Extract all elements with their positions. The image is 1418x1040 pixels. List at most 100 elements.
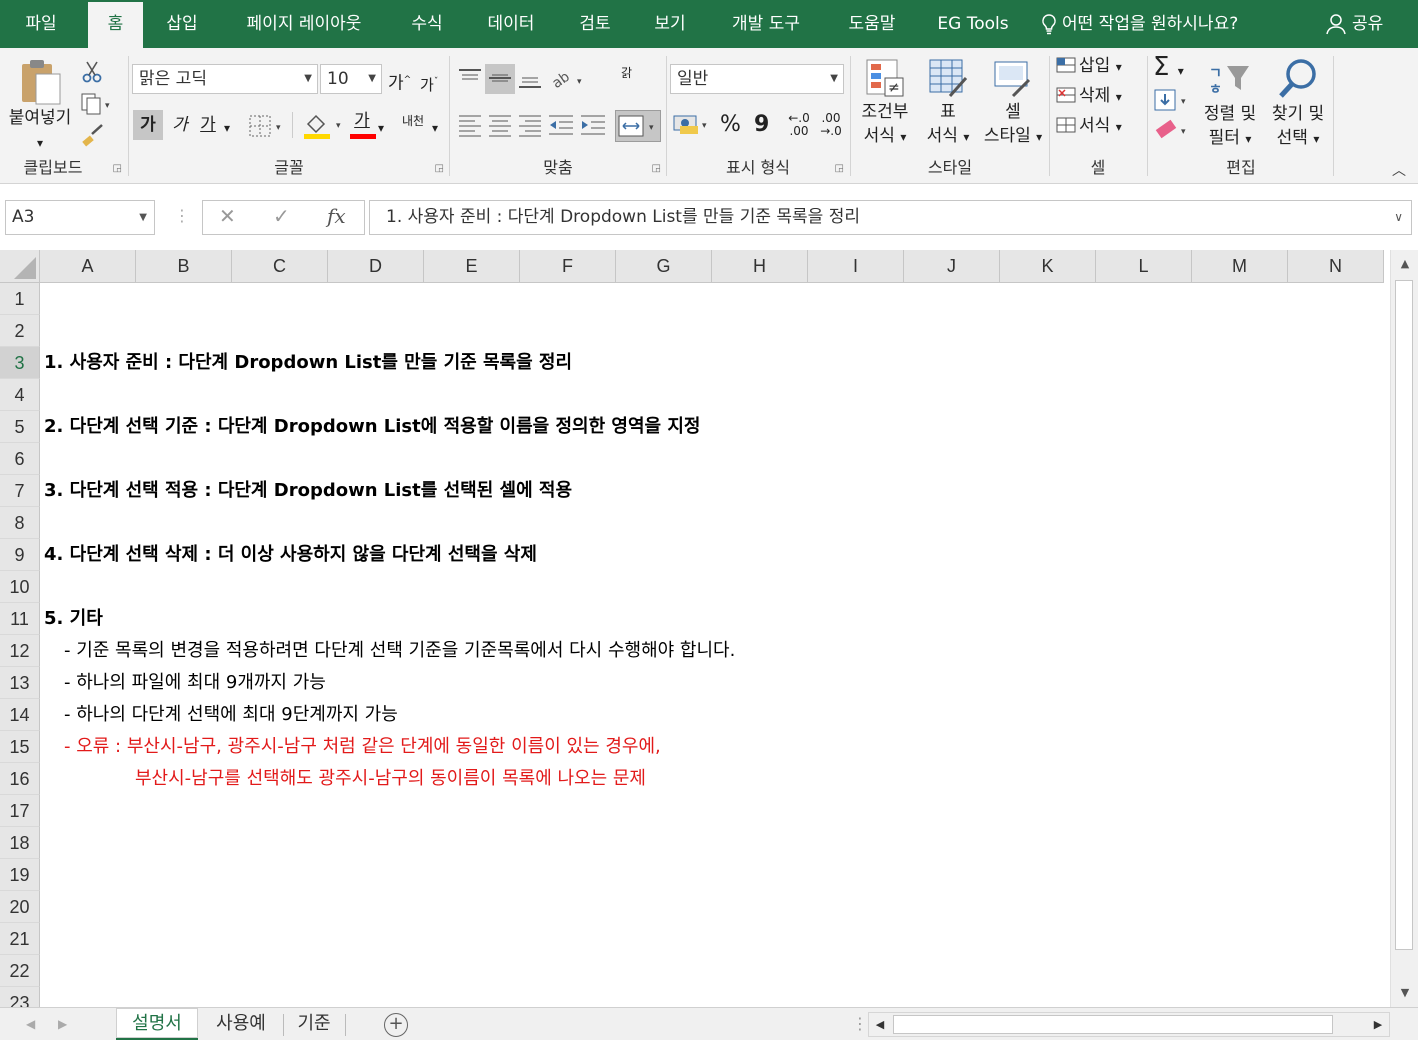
align-bottom-icon[interactable] [517, 66, 543, 90]
row-header-12[interactable]: 12 [0, 635, 40, 667]
row-header-3[interactable]: 3 [0, 347, 40, 379]
align-right-icon[interactable] [517, 112, 543, 138]
add-sheet-icon[interactable]: + [384, 1013, 408, 1037]
italic-button[interactable]: 가 [168, 110, 192, 140]
tab-review[interactable]: 검토 [566, 0, 624, 48]
tab-page-layout[interactable]: 페이지 레이아웃 [228, 0, 380, 48]
prev-sheet-icon[interactable]: ◀ [26, 1008, 35, 1040]
enter-icon[interactable]: ✓ [273, 204, 290, 228]
column-header-H[interactable]: H [712, 250, 808, 283]
format-painter-icon[interactable] [80, 122, 106, 148]
grow-font-button[interactable]: 가^ [388, 68, 411, 96]
row-header-9[interactable]: 9 [0, 539, 40, 571]
autosum-button[interactable]: Σ ▾ [1153, 54, 1184, 84]
increase-decimal-button[interactable]: ←.0 .00 [786, 112, 812, 138]
underline-dropdown[interactable]: ▾ [224, 116, 230, 140]
font-size-combo[interactable]: 10 ▼ [320, 64, 382, 94]
column-header-N[interactable]: N [1288, 250, 1384, 283]
paste-button[interactable]: 붙여넣기 ▾ [2, 56, 78, 152]
sheet-tab-사용예[interactable]: 사용예 [200, 1008, 282, 1040]
row-header-14[interactable]: 14 [0, 699, 40, 731]
row-header-21[interactable]: 21 [0, 923, 40, 955]
scroll-down-icon[interactable]: ▼ [1391, 979, 1418, 1007]
row-header-17[interactable]: 17 [0, 795, 40, 827]
orientation-icon[interactable]: ab ▾ [549, 64, 589, 92]
row-header-4[interactable]: 4 [0, 379, 40, 411]
decrease-indent-icon[interactable] [547, 112, 575, 138]
row-header-6[interactable]: 6 [0, 443, 40, 475]
tab-eg-tools[interactable]: EG Tools [928, 0, 1018, 48]
row-header-16[interactable]: 16 [0, 763, 40, 795]
delete-cells-button[interactable]: 삭제 ▾ [1055, 84, 1122, 109]
tab-view[interactable]: 보기 [640, 0, 700, 48]
align-left-icon[interactable] [457, 112, 483, 138]
horizontal-scrollbar[interactable]: ◀ ▶ [868, 1012, 1390, 1037]
merge-center-icon[interactable]: ▾ [617, 112, 661, 140]
row-header-15[interactable]: 15 [0, 731, 40, 763]
number-launcher-icon[interactable]: ◲ [835, 163, 844, 174]
column-header-A[interactable]: A [40, 250, 136, 283]
cut-icon[interactable] [80, 60, 104, 84]
column-header-D[interactable]: D [328, 250, 424, 283]
formula-input[interactable]: 1. 사용자 준비 : 다단계 Dropdown List를 만들 기준 목록을… [369, 200, 1412, 235]
insert-cells-button[interactable]: 삽입 ▾ [1055, 54, 1122, 79]
copy-icon[interactable]: ▾ [80, 92, 114, 116]
row-header-22[interactable]: 22 [0, 955, 40, 987]
column-header-F[interactable]: F [520, 250, 616, 283]
underline-button[interactable]: 가 [196, 110, 220, 140]
phonetic-dropdown[interactable]: ▾ [432, 116, 438, 140]
comma-button[interactable]: 9 [754, 110, 769, 140]
tab-insert[interactable]: 삽입 [155, 0, 209, 48]
row-header-7[interactable]: 7 [0, 475, 40, 507]
column-header-E[interactable]: E [424, 250, 520, 283]
tab-home[interactable]: 홈 [88, 0, 143, 48]
worksheet-grid[interactable]: ABCDEFGHIJKLMN 1 2 3 4 5 6 7 8 9 10 11 12 13 14 15 16 17… [0, 250, 1390, 1007]
tab-file[interactable]: 파일 [10, 0, 72, 48]
tab-help[interactable]: 도움말 [834, 0, 910, 48]
clipboard-launcher-icon[interactable]: ◲ [113, 163, 122, 174]
sheet-tab-기준[interactable]: 기준 [284, 1008, 344, 1040]
bold-button[interactable]: 가 [133, 110, 163, 140]
row-header-20[interactable]: 20 [0, 891, 40, 923]
share-button[interactable]: 공유 [1326, 0, 1383, 48]
insert-function-icon[interactable]: fx [327, 204, 346, 228]
font-name-combo[interactable]: 맑은 고딕 ▼ [132, 64, 318, 94]
scroll-right-icon[interactable]: ▶ [1367, 1013, 1389, 1036]
scroll-left-icon[interactable]: ◀ [869, 1013, 891, 1036]
clear-icon[interactable]: ▾ [1153, 118, 1193, 142]
row-header-1[interactable]: 1 [0, 283, 40, 315]
cancel-icon[interactable]: ✕ [219, 204, 236, 228]
collapse-ribbon-icon[interactable]: ︿ [1392, 160, 1406, 180]
row-header-23[interactable]: 23 [0, 987, 40, 1007]
select-all-button[interactable] [0, 250, 40, 283]
scroll-up-icon[interactable]: ▲ [1391, 250, 1418, 278]
alignment-launcher-icon[interactable]: ◲ [652, 163, 661, 174]
horizontal-scroll-thumb[interactable] [893, 1015, 1333, 1034]
fill-icon[interactable]: ▾ [1153, 88, 1193, 112]
vertical-scroll-thumb[interactable] [1395, 280, 1413, 950]
column-header-L[interactable]: L [1096, 250, 1192, 283]
column-header-K[interactable]: K [1000, 250, 1096, 283]
conditional-format-button[interactable]: ≠ 조건부 서식 ▾ [854, 56, 916, 149]
column-header-B[interactable]: B [136, 250, 232, 283]
decrease-decimal-button[interactable]: .00 →.0 [818, 112, 844, 138]
accounting-format-icon[interactable]: ▾ [672, 112, 712, 138]
sort-filter-button[interactable]: ㄱㅎ 정렬 및 필터 ▾ [1197, 56, 1263, 151]
font-color-dropdown[interactable]: ▾ [378, 116, 384, 140]
percent-button[interactable]: % [720, 110, 741, 140]
name-box[interactable]: A3 ▼ [5, 200, 155, 235]
expand-formula-icon[interactable]: ∨ [1394, 201, 1403, 234]
column-header-M[interactable]: M [1192, 250, 1288, 283]
tab-split-grip[interactable]: ⋮ [852, 1014, 868, 1033]
shrink-font-button[interactable]: 가ˇ [420, 70, 438, 97]
row-header-13[interactable]: 13 [0, 667, 40, 699]
tab-developer[interactable]: 개발 도구 [718, 0, 814, 48]
row-header-8[interactable]: 8 [0, 507, 40, 539]
row-header-18[interactable]: 18 [0, 827, 40, 859]
format-as-table-button[interactable]: 표 서식 ▾ [916, 56, 980, 149]
align-center-icon[interactable] [487, 112, 513, 138]
column-header-J[interactable]: J [904, 250, 1000, 283]
sheet-tab-설명서[interactable]: 설명서 [116, 1008, 198, 1040]
borders-icon[interactable]: ▾ [248, 114, 286, 138]
font-color-button[interactable]: 가 [348, 108, 376, 134]
